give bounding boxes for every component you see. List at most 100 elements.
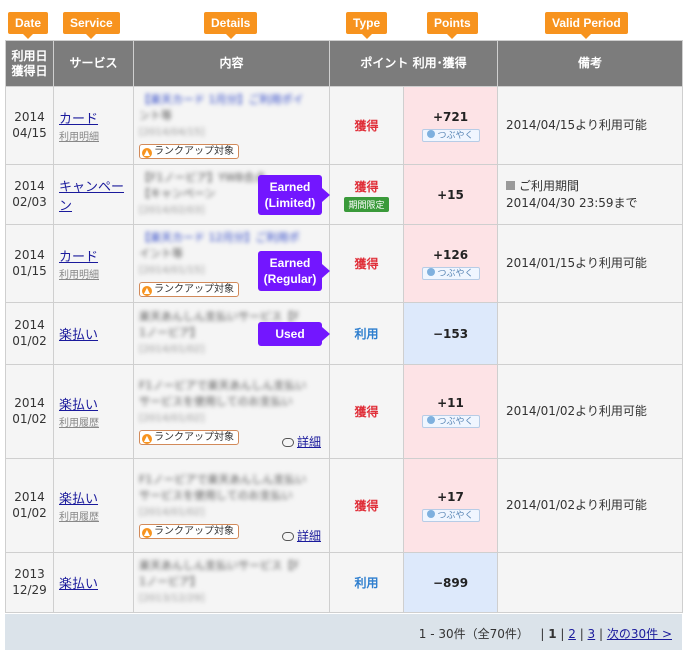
row-points: +11 つぶやく	[403, 364, 498, 459]
row-note: 2014/04/15より利用可能	[497, 86, 683, 165]
row-date: 2014 01/02	[5, 302, 54, 365]
row-points: +15	[403, 164, 498, 225]
service-link[interactable]: キャンペーン	[59, 180, 124, 214]
callout-earned-limited: Earned (Limited)	[258, 175, 330, 215]
square-icon	[506, 181, 515, 191]
page-3-link[interactable]: 3	[588, 627, 596, 641]
row-service: 楽払い 利用履歴	[53, 364, 134, 459]
statement-link[interactable]: 利用明細	[59, 128, 128, 143]
table-row: 2014 01/02 楽払い 利用履歴 F1ノービアで楽天あんしん支払い サービスを…	[5, 364, 683, 459]
row-date: 2014 01/02	[5, 458, 54, 553]
next-page-link[interactable]: 次の30件 >	[607, 627, 672, 641]
row-type: 利用	[329, 552, 404, 613]
callout-points: Points	[427, 12, 478, 39]
row-details: F1ノービアで楽天あんしん支払い サービスを使用してのお支払い [2014/01/0…	[133, 458, 330, 553]
row-details: 楽天あんしん支払いサービス【F 1ノービア】 [2013/12/29]	[133, 552, 330, 613]
point-history-table: 利用日 獲得日 サービス 内容 ポイント 利用･獲得 備考 2014 04/15 …	[5, 40, 683, 613]
row-date: 2014 01/02	[5, 364, 54, 459]
detail-link[interactable]: 詳細	[281, 527, 321, 544]
table-header-row: 利用日 獲得日 サービス 内容 ポイント 利用･獲得 備考	[5, 40, 683, 87]
header-service: サービス	[53, 40, 134, 87]
row-note: 2014/01/15より利用可能	[497, 224, 683, 303]
page-1-current: 1	[548, 627, 557, 641]
result-range: 1 - 30件（全70件）	[418, 627, 529, 641]
header-date: 利用日 獲得日	[5, 40, 54, 87]
limited-period-badge: 期間限定	[344, 196, 389, 212]
row-points: −153	[403, 302, 498, 365]
tsubuyaku-button[interactable]: つぶやく	[421, 128, 480, 142]
callout-details: Details	[204, 12, 258, 39]
callout-used: Used	[258, 322, 330, 346]
row-service: キャンペーン	[53, 164, 134, 225]
service-link[interactable]: 楽払い	[59, 398, 98, 413]
pagination-bar: 1 - 30件（全70件） | 1 | 2 | 3 | 次の30件 >	[5, 614, 682, 650]
row-service: 楽払い	[53, 552, 134, 613]
callout-service: Service	[63, 12, 120, 39]
service-link[interactable]: 楽払い	[59, 328, 98, 343]
rank-up-badge: ▲ ランクアップ対象	[139, 523, 239, 539]
service-link[interactable]: 楽払い	[59, 492, 98, 507]
detail-link-text[interactable]: 詳細	[297, 529, 321, 543]
row-note: 2014/01/02より利用可能	[497, 364, 683, 459]
callout-type: Type	[346, 12, 388, 39]
table-row: 2014 01/15 カード 利用明細 【楽天カード 12月分】ご利用ポ イント等[…	[5, 224, 683, 303]
row-note: ご利用期間 2014/04/30 23:59まで	[497, 164, 683, 225]
tsubuyaku-button[interactable]: つぶやく	[421, 508, 480, 522]
row-note	[497, 302, 683, 365]
arrow-up-icon: ▲	[142, 147, 152, 158]
rank-up-badge: ▲ ランクアップ対象	[139, 429, 239, 445]
table-row: 2014 01/02 楽払い 楽天あんしん支払いサービス【F 1ノービア】 [2014…	[5, 302, 683, 365]
arrow-up-icon: ▲	[142, 433, 152, 444]
tsubuyaku-button[interactable]: つぶやく	[421, 266, 480, 280]
row-service: カード 利用明細	[53, 86, 134, 165]
statement-link[interactable]: 利用明細	[59, 266, 128, 281]
detail-text: F1ノービアで楽天あんしん支払い サービスを使用してのお支払い [2014/01/0…	[139, 473, 307, 519]
speech-bubble-icon	[281, 438, 294, 447]
row-service: 楽払い 利用履歴	[53, 458, 134, 553]
service-link[interactable]: 楽払い	[59, 577, 98, 592]
history-link[interactable]: 利用履歴	[59, 508, 128, 523]
detail-text: 楽天あんしん支払いサービス【F 1ノービア】 [2013/12/29]	[139, 559, 300, 605]
header-notes: 備考	[497, 40, 683, 87]
table-row: 2014 01/02 楽払い 利用履歴 F1ノービアで楽天あんしん支払い サービスを…	[5, 458, 683, 553]
service-link[interactable]: カード	[59, 112, 98, 127]
row-date: 2014 01/15	[5, 224, 54, 303]
callout-valid-period: Valid Period	[545, 12, 628, 39]
row-note: 2014/01/02より利用可能	[497, 458, 683, 553]
table-row: 2014 02/03 キャンペーン 【F1ノービア】YWB合点 【キャンペーン [20…	[5, 164, 683, 225]
header-points: ポイント 利用･獲得	[329, 40, 498, 87]
arrow-up-icon: ▲	[142, 285, 152, 296]
row-type: 獲得	[329, 458, 404, 553]
rank-up-badge: ▲ ランクアップ対象	[139, 143, 239, 159]
detail-text: F1ノービアで楽天あんしん支払い サービスを使用してのお支払い [2014/01/0…	[139, 379, 307, 425]
row-service: 楽払い	[53, 302, 134, 365]
row-type: 利用	[329, 302, 404, 365]
row-points: +17 つぶやく	[403, 458, 498, 553]
row-type: 獲得	[329, 364, 404, 459]
tsubuyaku-button[interactable]: つぶやく	[421, 414, 480, 428]
row-type: 獲得	[329, 86, 404, 165]
bird-icon	[427, 267, 436, 276]
row-type: 獲得 期間限定	[329, 164, 404, 225]
row-details: F1ノービアで楽天あんしん支払い サービスを使用してのお支払い [2014/01/0…	[133, 364, 330, 459]
row-points: −899	[403, 552, 498, 613]
row-date: 2014 04/15	[5, 86, 54, 165]
service-link[interactable]: カード	[59, 250, 98, 265]
arrow-up-icon: ▲	[142, 527, 152, 538]
detail-text: 【楽天カード 1月分】ご利用ポイ ント等 [2014/04/15]	[139, 93, 304, 139]
row-date: 2013 12/29	[5, 552, 54, 613]
bird-icon	[427, 129, 436, 138]
bird-icon	[427, 509, 436, 518]
table-row: 2013 12/29 楽払い 楽天あんしん支払いサービス【F 1ノービア】 [2013…	[5, 552, 683, 613]
rank-up-badge: ▲ ランクアップ対象	[139, 281, 239, 297]
detail-link-text[interactable]: 詳細	[297, 435, 321, 449]
callout-date: Date	[8, 12, 49, 39]
page-2-link[interactable]: 2	[568, 627, 576, 641]
row-type: 獲得	[329, 224, 404, 303]
history-link[interactable]: 利用履歴	[59, 414, 128, 429]
header-details: 内容	[133, 40, 330, 87]
row-details: 【楽天カード 1月分】ご利用ポイ ント等 [2014/04/15] ▲ ランクアップ対…	[133, 86, 330, 165]
detail-link[interactable]: 詳細	[281, 433, 321, 450]
callout-earned-regular: Earned (Regular)	[258, 251, 330, 291]
row-points: +126 つぶやく	[403, 224, 498, 303]
